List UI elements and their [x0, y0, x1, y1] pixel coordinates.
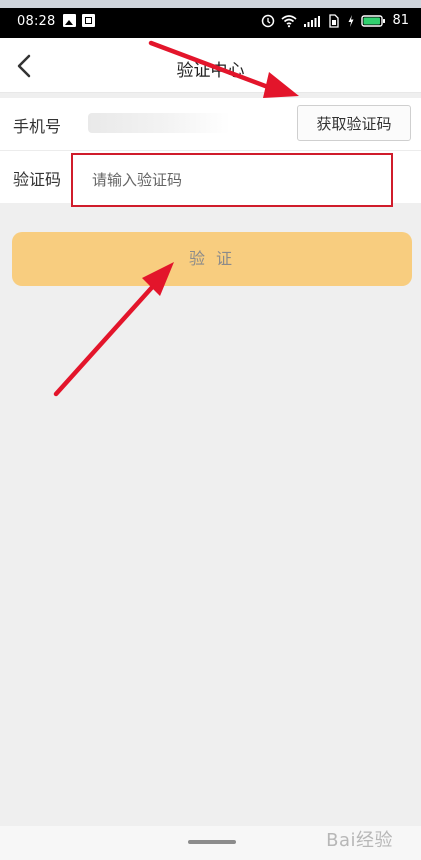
alarm-icon [262, 14, 275, 27]
notification-image-icon [63, 14, 76, 27]
phone-label: 手机号 [13, 117, 62, 136]
status-right-icons: 81 [261, 13, 409, 28]
charging-icon [348, 14, 354, 27]
system-bottom-bar: Bai经验 [0, 826, 421, 860]
watermark-text: Bai经验 [326, 830, 393, 851]
verification-code-input[interactable] [73, 155, 391, 205]
verification-form: 手机号 获取验证码 验证码 [0, 98, 421, 207]
verify-button[interactable]: 验 证 [12, 232, 412, 286]
battery-level: 81 [392, 13, 409, 28]
page-title: 验证中心 [176, 61, 245, 81]
code-label: 验证码 [13, 170, 62, 189]
blurred-phone-number [88, 113, 230, 133]
home-indicator[interactable] [188, 840, 236, 844]
top-nav-bar: 验证中心 [0, 38, 421, 93]
status-time: 08:28 [17, 14, 56, 29]
top-frame [0, 0, 421, 8]
code-input-highlight [71, 153, 393, 207]
status-bar: 08:28 81 [0, 8, 421, 38]
get-code-button[interactable]: 获取验证码 [297, 105, 411, 141]
sim-icon [329, 13, 340, 28]
phone-row: 手机号 获取验证码 [0, 98, 421, 150]
code-row: 验证码 [0, 150, 421, 207]
wifi-icon [281, 14, 298, 27]
status-left-icons [63, 14, 95, 27]
battery-icon [361, 14, 386, 27]
signal-icon [304, 15, 321, 27]
red-arrow-line [53, 281, 158, 397]
notification-photo-icon [82, 14, 95, 27]
